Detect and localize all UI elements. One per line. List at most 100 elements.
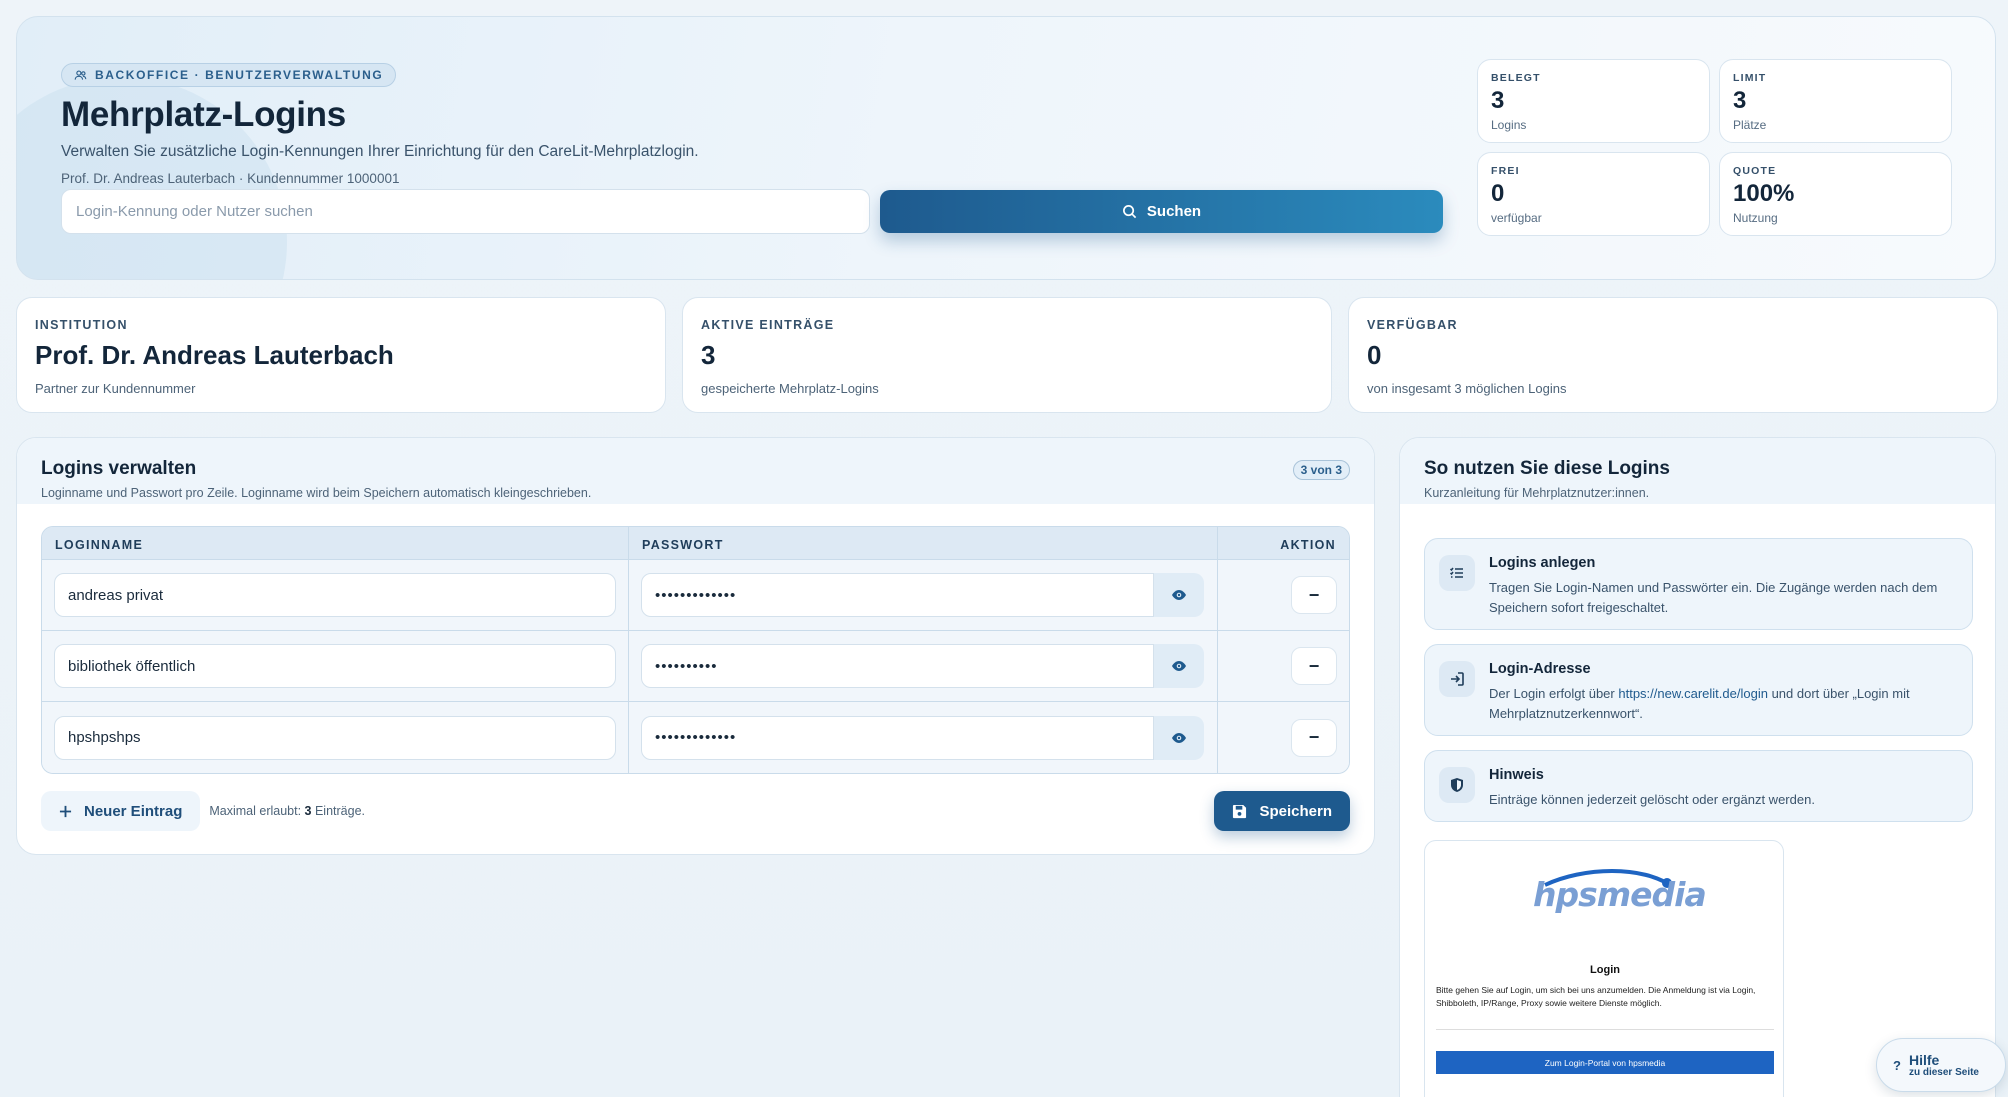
- panel-header: Logins verwalten Loginname und Passwort …: [17, 438, 1374, 504]
- tip-text: Einträge können jederzeit gelöscht oder …: [1489, 792, 1815, 807]
- tip-logins-anlegen: Logins anlegen Tragen Sie Login-Namen un…: [1424, 538, 1973, 630]
- summary-value: Prof. Dr. Andreas Lauterbach: [35, 340, 394, 370]
- count-badge: 3 von 3: [1292, 460, 1350, 480]
- users-icon: [74, 69, 87, 80]
- summary-value: 0: [1367, 340, 1382, 370]
- toggle-password-button[interactable]: [1154, 644, 1204, 688]
- tip-title: Login-Adresse: [1489, 661, 1591, 677]
- summary-desc: gespeicherte Mehrplatz-Logins: [701, 381, 879, 396]
- panel-title: Logins verwalten: [41, 458, 197, 479]
- login-preview: hpsmedia Login Bitte gehen Sie auf Login…: [1424, 840, 1784, 1097]
- action-cell: −: [1218, 560, 1349, 630]
- hpsmedia-logo: hpsmedia: [1533, 863, 1707, 923]
- login-url-link[interactable]: https://new.carelit.de/login: [1618, 686, 1768, 701]
- remove-row-button[interactable]: −: [1291, 647, 1337, 685]
- stat-value: 100%: [1733, 180, 1795, 207]
- panel-hint: Loginname und Passwort pro Zeile. Loginn…: [41, 486, 592, 500]
- new-entry-button[interactable]: Neuer Eintrag: [41, 791, 201, 831]
- password-input[interactable]: [641, 644, 1154, 688]
- summary-label: VERFÜGBAR: [1367, 318, 1458, 332]
- panel-footer: Neuer Eintrag Maximal erlaubt: 3 Einträg…: [41, 791, 1350, 831]
- column-header-password: PASSWORT: [629, 527, 1218, 559]
- stat-label: LIMIT: [1733, 72, 1767, 84]
- stat-label: QUOTE: [1733, 165, 1777, 177]
- help-icon: ?: [1893, 1057, 1901, 1073]
- search-button-label: Suchen: [1146, 203, 1202, 220]
- password-input[interactable]: [641, 715, 1154, 760]
- eye-icon: [1172, 661, 1186, 671]
- column-header-loginname: LOGINNAME: [42, 527, 629, 559]
- toggle-password-button[interactable]: [1154, 573, 1204, 617]
- tip-hinweis: Hinweis Einträge können jederzeit gelösc…: [1424, 750, 1973, 822]
- table-row: −: [42, 631, 1349, 702]
- password-input[interactable]: [641, 573, 1154, 617]
- eye-icon: [1172, 590, 1186, 600]
- max-note-suffix: Einträge.: [311, 804, 366, 818]
- column-header-action: AKTION: [1280, 538, 1336, 552]
- stat-quote: QUOTE 100% Nutzung: [1719, 152, 1952, 236]
- search-input[interactable]: [61, 189, 870, 234]
- loginname-input[interactable]: [54, 644, 616, 688]
- guide-hint: Kurzanleitung für Mehrplatznutzer:innen.: [1424, 486, 1650, 500]
- summary-label: AKTIVE EINTRÄGE: [701, 318, 835, 332]
- password-cell: [629, 560, 1218, 630]
- tip-title: Logins anlegen: [1489, 555, 1596, 571]
- page-subtitle: Verwalten Sie zusätzliche Login-Kennunge…: [61, 143, 699, 160]
- summary-desc: von insgesamt 3 möglichen Logins: [1367, 381, 1567, 396]
- stat-unit: verfügbar: [1491, 211, 1542, 225]
- action-cell: −: [1218, 631, 1349, 701]
- save-button[interactable]: Speichern: [1214, 791, 1350, 831]
- summary-card-available: VERFÜGBAR 0 von insgesamt 3 möglichen Lo…: [1348, 297, 1998, 413]
- login-icon: [1439, 661, 1475, 697]
- plus-icon: [59, 805, 72, 817]
- loginname-input[interactable]: [54, 715, 616, 760]
- summary-card-institution: INSTITUTION Prof. Dr. Andreas Lauterbach…: [16, 297, 666, 413]
- logo-text: hpsmedia: [1533, 875, 1707, 914]
- preview-text: Bitte gehen Sie auf Login, um sich bei u…: [1436, 985, 1756, 1008]
- name-cell: [42, 560, 629, 630]
- preview-title: Login: [1590, 964, 1620, 976]
- table-row: −: [42, 702, 1349, 773]
- new-entry-label: Neuer Eintrag: [84, 802, 183, 820]
- stat-frei: FREI 0 verfügbar: [1477, 152, 1710, 236]
- stat-value: 0: [1491, 180, 1505, 207]
- summary-desc: Partner zur Kundennummer: [35, 381, 196, 396]
- tip-title: Hinweis: [1489, 767, 1544, 783]
- guide-header: So nutzen Sie diese Logins Kurzanleitung…: [1400, 438, 1995, 504]
- guide-panel: So nutzen Sie diese Logins Kurzanleitung…: [1399, 437, 1996, 1097]
- help-text: Hilfe zu dieser Seite: [1909, 1053, 1979, 1078]
- loginname-input[interactable]: [54, 573, 616, 617]
- tip-text-before: Der Login erfolgt über: [1489, 686, 1619, 701]
- summary-value: 3: [701, 340, 716, 370]
- summary-label: INSTITUTION: [35, 318, 128, 332]
- remove-row-button[interactable]: −: [1291, 718, 1337, 757]
- shield-icon: [1439, 767, 1475, 803]
- stat-unit: Plätze: [1733, 118, 1767, 132]
- search-button[interactable]: Suchen: [880, 190, 1443, 233]
- preview-divider: [1436, 1029, 1774, 1030]
- preview-portal-button[interactable]: Zum Login-Portal von hpsmedia: [1436, 1051, 1774, 1074]
- stat-unit: Nutzung: [1733, 211, 1778, 225]
- stat-belegt: BELEGT 3 Logins: [1477, 59, 1710, 143]
- remove-row-button[interactable]: −: [1291, 576, 1337, 614]
- help-button[interactable]: ? Hilfe zu dieser Seite: [1876, 1038, 2006, 1092]
- stats-grid: BELEGT 3 Logins LIMIT 3 Plätze FREI 0 ve…: [1477, 59, 1952, 236]
- tip-text: Der Login erfolgt über https://new.carel…: [1489, 684, 1958, 724]
- hero-text: BACKOFFICE · BENUTZERVERWALTUNG Mehrplat…: [61, 63, 1461, 186]
- eye-icon: [1172, 732, 1186, 743]
- search-bar: Suchen: [61, 189, 1443, 234]
- summary-card-active: AKTIVE EINTRÄGE 3 gespeicherte Mehrplatz…: [682, 297, 1332, 413]
- manage-logins-panel: Logins verwalten Loginname und Passwort …: [16, 437, 1375, 855]
- page-title: Mehrplatz-Logins: [61, 95, 346, 134]
- table-row: −: [42, 560, 1349, 631]
- name-cell: [42, 702, 629, 773]
- table-header: LOGINNAME PASSWORT AKTION: [42, 527, 1349, 560]
- help-title: Hilfe: [1908, 1051, 1940, 1068]
- toggle-password-button[interactable]: [1154, 715, 1204, 760]
- hero-section: BACKOFFICE · BENUTZERVERWALTUNG Mehrplat…: [16, 16, 1996, 280]
- max-note-prefix: Maximal erlaubt:: [209, 804, 305, 818]
- stat-label: BELEGT: [1491, 72, 1541, 84]
- section-badge-label: BACKOFFICE · BENUTZERVERWALTUNG: [95, 68, 384, 82]
- list-icon: [1439, 555, 1475, 591]
- customer-meta: Prof. Dr. Andreas Lauterbach · Kundennum…: [61, 171, 400, 186]
